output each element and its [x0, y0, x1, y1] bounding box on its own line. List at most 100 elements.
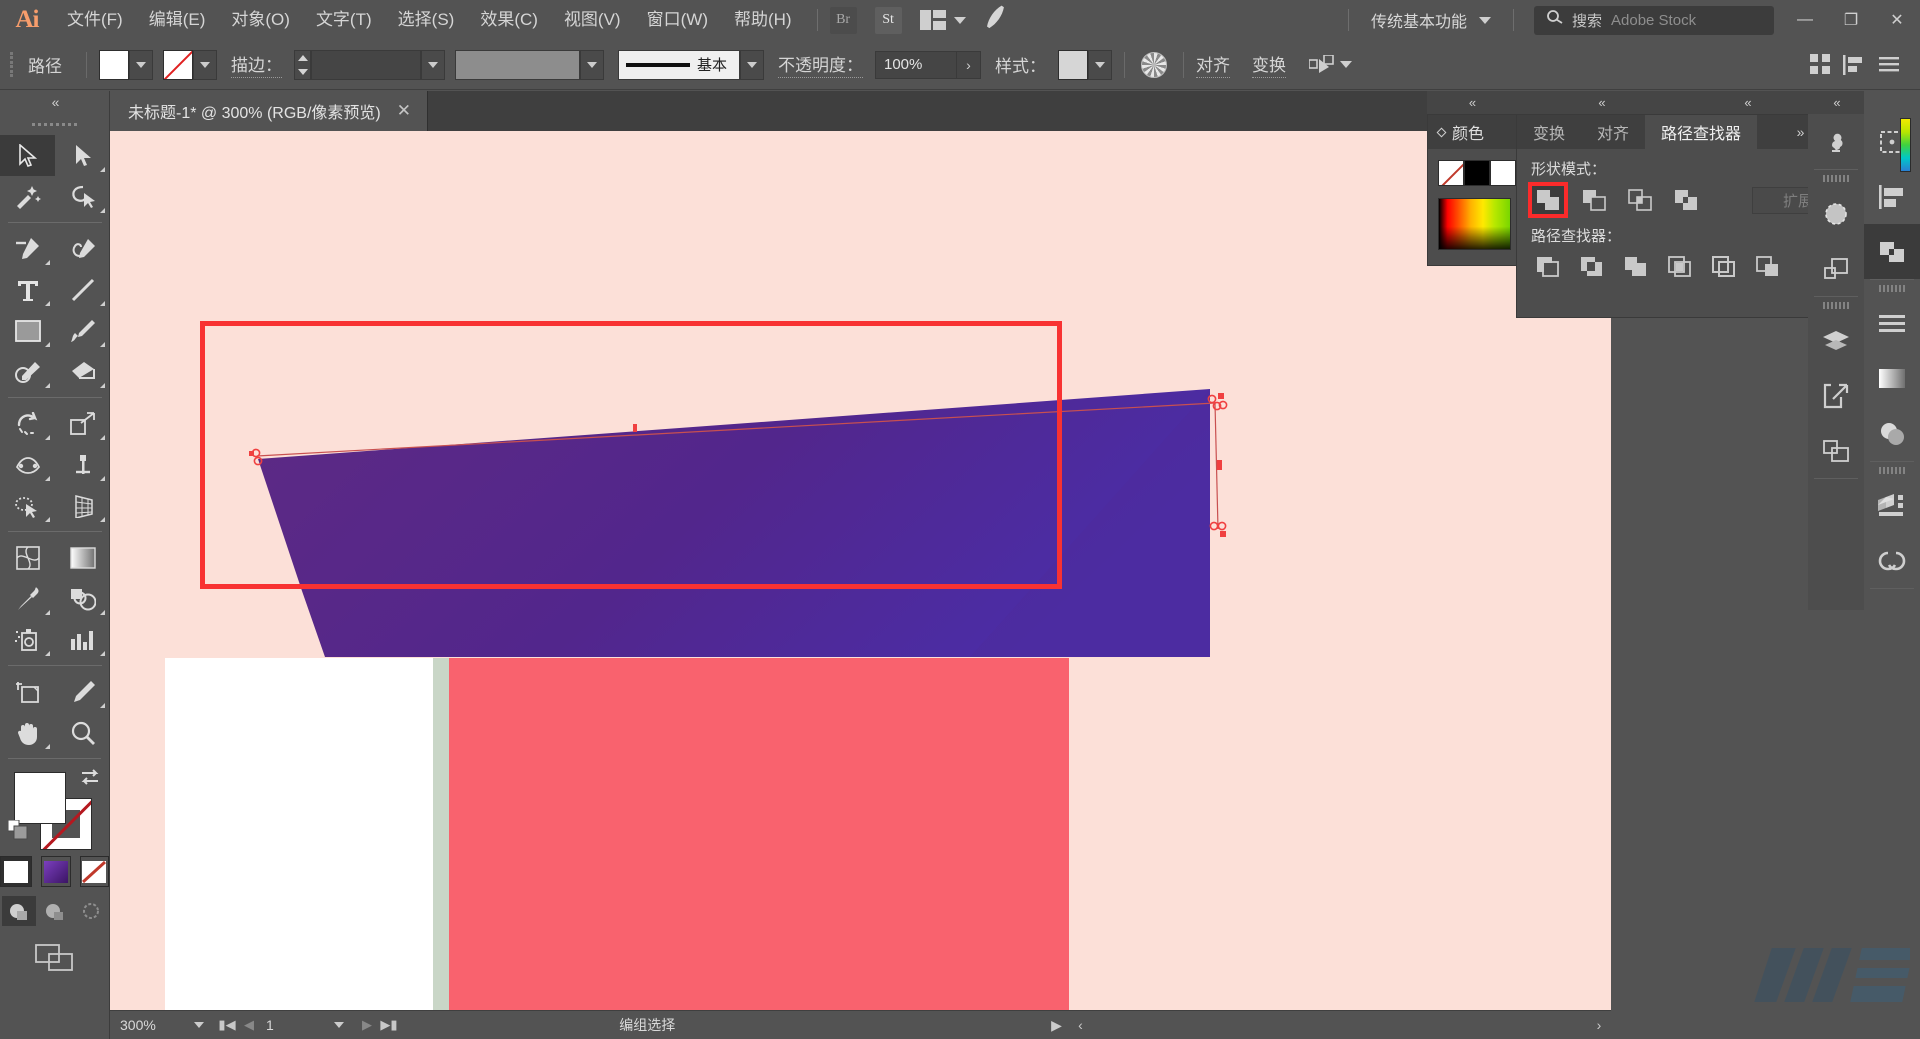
page-dropdown-button[interactable] [322, 1022, 356, 1028]
tool-rotate[interactable] [0, 403, 55, 444]
status-expand-button[interactable]: ▶ [1045, 1017, 1069, 1034]
draw-behind-button[interactable] [38, 896, 72, 926]
document-canvas[interactable] [110, 131, 1611, 1010]
tool-magic-wand[interactable] [0, 176, 55, 217]
arrange-documents-button[interactable] [920, 10, 966, 30]
workspace-switcher[interactable]: 传统基本功能 [1361, 8, 1501, 32]
zoom-dropdown-button[interactable] [182, 1022, 216, 1028]
tool-gradient[interactable] [55, 537, 110, 578]
close-button[interactable]: ✕ [1874, 0, 1920, 40]
tool-hand[interactable] [0, 712, 55, 753]
status-prev-button[interactable]: ‹ [1069, 1017, 1093, 1033]
minimize-button[interactable]: — [1782, 0, 1828, 40]
dock-collapse-button-2[interactable]: « [1808, 91, 1864, 114]
brush-preview[interactable]: 基本 [618, 50, 740, 80]
tool-mesh[interactable] [0, 537, 55, 578]
tool-pen[interactable] [0, 228, 55, 269]
color-mode-flat-button[interactable] [0, 856, 32, 887]
stroke-weight-stepper[interactable] [294, 50, 311, 80]
outline-button[interactable] [1707, 252, 1741, 282]
align-dock-icon[interactable] [1838, 48, 1872, 82]
graphic-style-control[interactable] [1058, 50, 1112, 80]
tool-eyedropper[interactable] [0, 578, 55, 619]
graphic-style-dropdown[interactable] [1088, 50, 1112, 80]
brush-definition-control[interactable]: 基本 [618, 50, 764, 80]
transform-panel-button[interactable]: 变换 [1252, 51, 1286, 78]
tool-rectangle[interactable] [0, 310, 55, 351]
tool-symbol-sprayer[interactable] [0, 619, 55, 660]
dock-layers-icon[interactable] [1808, 313, 1864, 368]
tool-type[interactable] [0, 269, 55, 310]
fill-indicator-swatch[interactable] [14, 772, 66, 824]
stock-icon[interactable]: St [875, 7, 902, 34]
chevron-down-icon[interactable] [1340, 61, 1352, 68]
more-tabs-icon[interactable]: » [1797, 124, 1805, 140]
menu-edit[interactable]: 编辑(E) [136, 0, 219, 40]
fill-swatch[interactable] [99, 50, 129, 80]
first-page-button[interactable]: ▮◀ [216, 1017, 238, 1033]
opacity-expand-button[interactable]: › [957, 51, 981, 79]
pathfinder-panel-collapse-button[interactable]: « [1516, 91, 1686, 114]
menu-object[interactable]: 对象(O) [218, 0, 303, 40]
menu-window[interactable]: 窗口(W) [634, 0, 721, 40]
tool-line-segment[interactable] [55, 269, 110, 310]
minus-front-button[interactable] [1577, 185, 1611, 215]
stroke-label[interactable]: 描边： [231, 51, 282, 78]
dock-pathfinder-icon[interactable] [1808, 241, 1864, 296]
draw-normal-button[interactable] [2, 896, 36, 926]
toolbar-grip[interactable] [0, 113, 109, 135]
dock-transparency-icon[interactable] [1808, 186, 1864, 241]
dock-paragraph-icon[interactable] [1864, 296, 1920, 351]
dock-symbols-icon[interactable] [1808, 114, 1864, 169]
opacity-input[interactable]: 100% [875, 51, 957, 79]
menu-view[interactable]: 视图(V) [551, 0, 634, 40]
dock-cc-libraries-icon[interactable] [1864, 533, 1920, 588]
control-bar-grip[interactable] [10, 52, 18, 78]
artwork-white-rect[interactable] [165, 658, 433, 1010]
merge-button[interactable] [1619, 252, 1653, 282]
stroke-profile-select[interactable] [455, 50, 580, 80]
dock-properties-icon[interactable] [1864, 114, 1920, 169]
tab-pathfinder[interactable]: 路径查找器 [1645, 115, 1757, 149]
bridge-icon[interactable]: Br [830, 7, 857, 34]
tool-direct-selection[interactable] [55, 135, 110, 176]
minus-back-button[interactable] [1751, 252, 1785, 282]
tool-shape-builder[interactable] [0, 485, 55, 526]
intersect-button[interactable] [1623, 185, 1657, 215]
menu-select[interactable]: 选择(S) [385, 0, 468, 40]
tool-artboard[interactable] [0, 671, 55, 712]
tool-blend[interactable] [55, 578, 110, 619]
tool-scale[interactable] [55, 403, 110, 444]
menu-file[interactable]: 文件(F) [54, 0, 136, 40]
toolbar-collapse-button[interactable]: « [0, 91, 109, 113]
opacity-label[interactable]: 不透明度： [778, 51, 863, 78]
menu-effect[interactable]: 效果(C) [467, 0, 551, 40]
brush-dropdown[interactable] [740, 50, 764, 80]
artwork-mint-strip[interactable] [433, 658, 449, 1010]
stroke-dropdown-button[interactable] [193, 50, 217, 80]
dock-gradient-icon[interactable] [1864, 351, 1920, 406]
last-page-button[interactable]: ▶▮ [378, 1017, 400, 1033]
trim-button[interactable] [1575, 252, 1609, 282]
graphic-style-swatch[interactable] [1058, 50, 1088, 80]
tool-width[interactable] [0, 444, 55, 485]
dock-toggle-icon-a[interactable] [1804, 48, 1838, 82]
next-page-button[interactable]: ▶ [356, 1017, 378, 1033]
rocket-icon[interactable] [979, 3, 1010, 37]
crop-button[interactable] [1663, 252, 1697, 282]
tool-column-graph[interactable] [55, 619, 110, 660]
swatch-none[interactable] [1438, 160, 1464, 186]
tab-align[interactable]: 对齐 [1581, 115, 1645, 149]
color-panel-tab[interactable]: 颜色 [1428, 115, 1521, 149]
tool-selection[interactable] [0, 135, 55, 176]
swatch-black[interactable] [1464, 160, 1490, 186]
artwork-coral-rect[interactable] [449, 658, 869, 1010]
restore-button[interactable]: ❐ [1828, 0, 1874, 40]
page-number-input[interactable]: 1 [260, 1017, 322, 1033]
tool-eraser[interactable] [55, 351, 110, 392]
tool-perspective-grid[interactable] [55, 485, 110, 526]
color-panel-collapse-button[interactable]: « [1427, 91, 1516, 114]
stroke-swatch-none[interactable] [163, 50, 193, 80]
color-panel[interactable]: 颜色 [1427, 114, 1522, 266]
screen-mode-button[interactable] [0, 926, 109, 972]
